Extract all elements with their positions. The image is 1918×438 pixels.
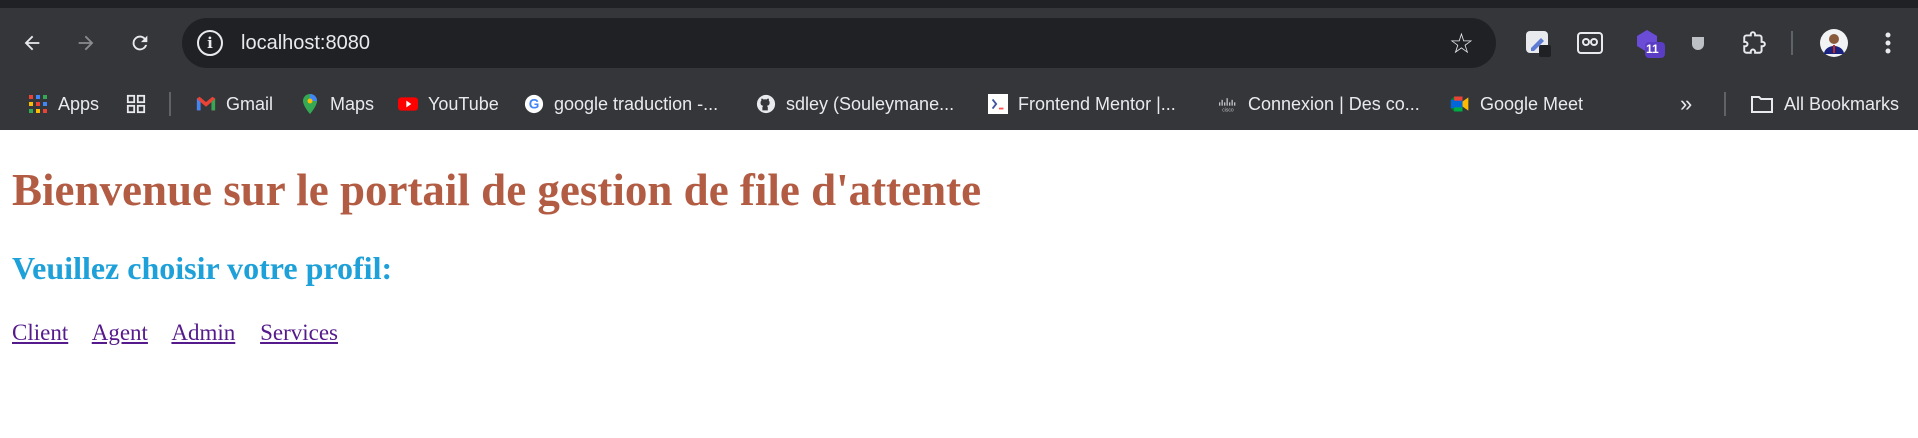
folder-icon	[1750, 94, 1774, 114]
bookmark-star-icon[interactable]: ☆	[1449, 27, 1474, 60]
bookmark-label: Apps	[58, 93, 100, 114]
extension-badge-icon[interactable]: 11	[1632, 25, 1668, 61]
extension-badge-count: 11	[1646, 42, 1659, 56]
bookmark-label: YouTube	[428, 93, 499, 114]
bookmark-label: Frontend Mentor |...	[1018, 93, 1176, 114]
extension-pen-icon[interactable]	[1520, 25, 1556, 61]
back-button[interactable]	[12, 23, 52, 63]
google-meet-icon	[1450, 94, 1470, 114]
bookmark-label: Google Meet	[1480, 93, 1584, 114]
bookmarks-separator	[1724, 92, 1726, 116]
client-link[interactable]: Client	[12, 320, 68, 345]
bookmark-maps[interactable]: Maps	[300, 78, 374, 130]
browser-menu-icon[interactable]	[1870, 25, 1906, 61]
svg-text:cisco: cisco	[1222, 108, 1234, 114]
bookmark-youtube[interactable]: YouTube	[398, 78, 499, 130]
gmail-icon	[196, 94, 216, 114]
bookmark-github[interactable]: sdley (Souleymane...	[756, 78, 954, 130]
profile-links: Client Agent Admin Services	[12, 320, 357, 346]
maps-pin-icon	[300, 94, 320, 114]
bookmark-gmail[interactable]: Gmail	[196, 78, 273, 130]
bookmark-google-meet[interactable]: Google Meet	[1450, 78, 1583, 130]
more-bookmarks-chevron-icon[interactable]: »	[1680, 78, 1692, 130]
page-title: Bienvenue sur le portail de gestion de f…	[12, 165, 982, 215]
reload-button[interactable]	[120, 23, 160, 63]
cisco-icon: cisco	[1218, 94, 1238, 114]
bookmarks-separator	[169, 92, 171, 116]
forward-button[interactable]	[66, 23, 106, 63]
bookmark-cisco[interactable]: cisco Connexion | Des co...	[1218, 78, 1420, 130]
arrow-right-icon	[78, 35, 94, 51]
bookmark-apps[interactable]: Apps	[28, 78, 99, 130]
page-subtitle: Veuillez choisir votre profil:	[12, 250, 393, 286]
apps-grid-icon	[28, 94, 48, 114]
bookmark-google-translate[interactable]: G google traduction -...	[524, 78, 718, 130]
bookmarks-bar: Apps Gmail Maps YouTube G google traduct…	[0, 78, 1918, 130]
frontend-mentor-icon	[988, 94, 1008, 114]
bookmark-label: sdley (Souleymane...	[786, 93, 955, 114]
arrow-left-icon	[24, 35, 40, 51]
services-link[interactable]: Services	[260, 320, 338, 345]
bookmark-label: Connexion | Des co...	[1248, 93, 1420, 114]
bookmark-label: Maps	[330, 93, 375, 114]
google-icon: G	[524, 94, 544, 114]
bookmark-label: google traduction -...	[554, 93, 719, 114]
profile-avatar[interactable]	[1816, 25, 1852, 61]
bookmark-tab-groups[interactable]	[126, 78, 156, 130]
youtube-icon	[398, 94, 418, 114]
browser-chrome: i localhost:8080 ☆ 11 Apps Gmail Maps Yo…	[0, 0, 1918, 130]
all-bookmarks-label: All Bookmarks	[1784, 93, 1900, 114]
agent-link[interactable]: Agent	[92, 320, 148, 345]
bookmark-label: Gmail	[226, 93, 274, 114]
svg-text:G: G	[529, 97, 540, 112]
url-text[interactable]: localhost:8080	[241, 32, 370, 55]
all-bookmarks-folder[interactable]: All Bookmarks	[1750, 78, 1899, 130]
extension-mask-icon[interactable]	[1572, 25, 1608, 61]
address-bar[interactable]: i localhost:8080 ☆	[182, 18, 1496, 68]
admin-link[interactable]: Admin	[171, 320, 235, 345]
tab-strip	[0, 0, 1918, 8]
bookmark-frontend-mentor[interactable]: Frontend Mentor |...	[988, 78, 1176, 130]
github-icon	[756, 94, 776, 114]
tab-groups-icon	[126, 94, 146, 114]
site-info-icon[interactable]: i	[197, 30, 223, 56]
extension-pocket-icon[interactable]	[1680, 25, 1716, 61]
toolbar-separator	[1791, 31, 1793, 55]
extensions-puzzle-icon[interactable]	[1736, 25, 1772, 61]
reload-icon	[132, 35, 148, 51]
browser-toolbar: i localhost:8080 ☆ 11	[0, 8, 1918, 78]
